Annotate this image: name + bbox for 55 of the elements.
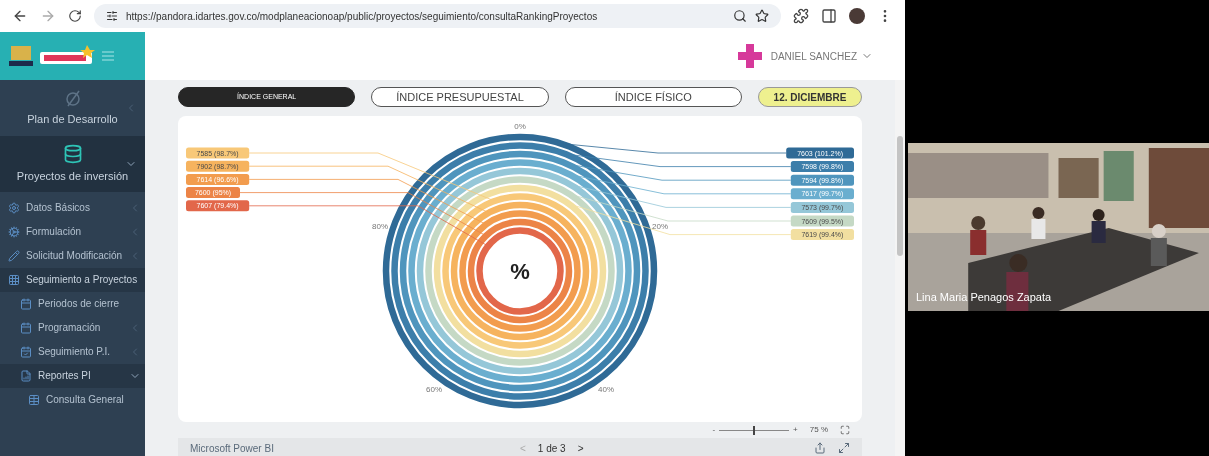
crest-logo-icon [8, 44, 34, 68]
index-tab[interactable]: ÍNDICE FÍSICO [564, 87, 742, 107]
calendar-check-icon [20, 346, 32, 358]
report-icon [20, 370, 32, 382]
database-icon [62, 143, 83, 164]
share-icon[interactable] [814, 442, 826, 454]
site-info-icon [106, 10, 118, 22]
sidebar-section[interactable]: Plan de Desarrollo [0, 80, 145, 136]
calendar-icon [20, 322, 32, 334]
next-page-button[interactable]: > [577, 440, 584, 456]
pencil-icon [8, 250, 20, 262]
reload-icon[interactable] [68, 9, 82, 23]
calendar-icon [20, 298, 32, 310]
sidebar-section[interactable]: Proyectos de inversión [0, 136, 145, 192]
page-indicator: 1 de 3 [537, 441, 566, 456]
bookmark-icon[interactable] [755, 9, 769, 23]
sidebar-item[interactable]: Programación [0, 316, 145, 340]
sidebar-item[interactable]: Datos Básicos [0, 196, 145, 220]
zoom-icon[interactable] [733, 9, 747, 23]
axis-tick-label: 20% [652, 222, 668, 231]
gears-icon [8, 226, 20, 238]
grid-icon [8, 274, 20, 286]
profile-avatar[interactable] [849, 8, 865, 24]
address-bar[interactable]: https://pandora.idartes.gov.co/modplaneacionoap/public/proyectos/seguimiento/consultaRankingProyectos [94, 4, 781, 28]
user-menu[interactable]: DANIEL SANCHEZ [770, 48, 873, 64]
sidebar-item[interactable]: Reportes PI [0, 364, 145, 388]
fit-page-icon[interactable] [840, 425, 850, 435]
index-tab[interactable]: ÍNDICE PRESUPUESTAL [371, 87, 549, 107]
back-icon[interactable] [12, 8, 28, 24]
zoom-thumb[interactable] [753, 425, 756, 435]
scrollbar[interactable] [895, 80, 905, 456]
axis-tick-label: 0% [514, 122, 526, 131]
zoom-out-button[interactable]: - [712, 424, 716, 436]
table-icon [28, 394, 40, 406]
sidebar-item[interactable]: Solicitud Modificación [0, 244, 145, 268]
sidebar-item[interactable]: Formulación [0, 220, 145, 244]
period-button[interactable]: 12. DICIEMBRE [758, 87, 862, 107]
participant-name: Lina Maria Penagos Zapata [916, 289, 1052, 305]
axis-tick-label: 60% [426, 385, 442, 394]
gear-icon [8, 202, 20, 214]
user-logo-icon [736, 43, 763, 69]
empty-set-icon [63, 88, 82, 107]
sidebar-item[interactable]: Periodos de cierre [0, 292, 145, 316]
sidebar-item[interactable]: Consulta General [0, 388, 145, 412]
zoom-level: 75 % [809, 424, 828, 436]
fullscreen-icon[interactable] [838, 442, 850, 454]
sidebar-item[interactable]: Seguimiento a Proyectos [0, 268, 145, 292]
axis-tick-label: 40% [598, 385, 614, 394]
side-panel-icon[interactable] [821, 8, 837, 24]
percent-symbol: % [510, 259, 530, 284]
zoom-in-button[interactable]: + [793, 424, 798, 436]
brand-link[interactable]: Microsoft Power BI [190, 440, 520, 456]
axis-tick-label: 80% [372, 222, 388, 231]
sidebar-item[interactable]: Seguimiento P.I. [0, 340, 145, 364]
extensions-icon[interactable] [793, 8, 809, 24]
